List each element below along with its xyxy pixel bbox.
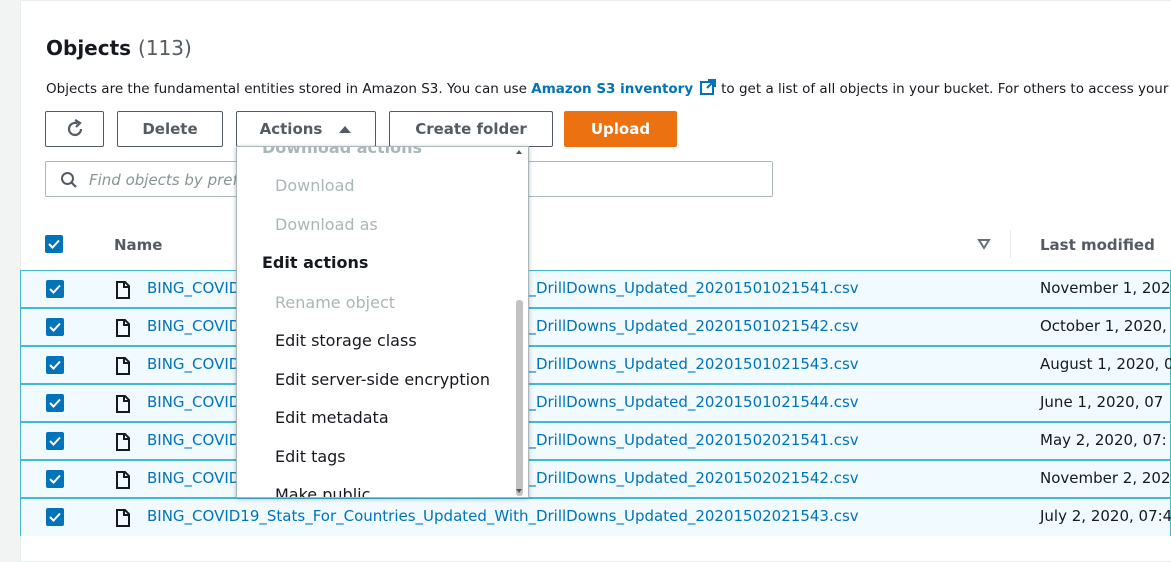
refresh-icon [67,119,82,137]
scroll-down-arrow-icon[interactable] [516,489,522,493]
search-icon [61,172,77,188]
menu-item-download-as[interactable]: Download as [275,215,378,234]
table-row[interactable]: BING_COVID19_Stats_For_Countries_Updated… [20,384,1171,422]
menu-scrollbar-thumb[interactable] [516,300,523,496]
last-modified-cell: November 2, 202 [1040,469,1171,487]
sort-down-icon[interactable] [977,238,991,250]
check-icon [49,474,61,484]
download-actions-header: Download actions [262,146,423,157]
menu-item-edit-tags[interactable]: Edit tags [275,447,346,466]
objects-title: Objects [46,36,132,60]
check-icon [49,512,61,522]
table-row[interactable]: BING_COVID19_Stats_For_Countries_Updated… [20,346,1171,384]
caret-up-icon [339,126,352,133]
check-icon [49,322,61,332]
check-icon [49,284,61,294]
check-icon [48,239,60,249]
check-icon [49,436,61,446]
file-icon [116,319,130,337]
table-row[interactable]: BING_COVID19_Stats_For_Countries_Updated… [20,422,1171,460]
menu-item-edit-metadata[interactable]: Edit metadata [275,408,389,427]
menu-item-rename-object[interactable]: Rename object [275,293,395,312]
row-checkbox[interactable] [46,394,64,412]
actions-button[interactable]: Actions [236,111,376,147]
last-modified-cell: May 2, 2020, 07: [1040,431,1167,449]
menu-item-edit-encryption[interactable]: Edit server-side encryption [275,370,490,389]
table-row[interactable]: BING_COVID19_Stats_For_Countries_Updated… [20,308,1171,346]
file-icon [116,433,130,451]
description-text-end: to get a list of all objects in your buc… [721,81,1171,97]
objects-count: (113) [138,36,192,60]
description-text-start: Objects are the fundamental entities sto… [46,81,527,97]
refresh-button[interactable] [45,111,104,147]
row-checkbox[interactable] [46,432,64,450]
search-placeholder: Find objects by pref [89,171,238,189]
actions-label: Actions [259,120,323,138]
row-checkbox[interactable] [46,318,64,336]
file-icon [116,395,130,413]
last-modified-cell: November 1, 2020 [1040,279,1171,297]
inventory-link[interactable]: Amazon S3 inventory [531,81,693,97]
create-folder-button[interactable]: Create folder [389,111,553,147]
column-divider [1010,230,1011,258]
menu-item-edit-storage-class[interactable]: Edit storage class [275,331,417,350]
row-checkbox[interactable] [46,280,64,298]
page-title: Objects (113) [46,36,192,60]
scroll-up-arrow-icon[interactable] [516,150,522,154]
menu-item-download[interactable]: Download [275,176,355,195]
last-modified-cell: July 2, 2020, 07:4 [1040,507,1171,525]
row-checkbox[interactable] [46,470,64,488]
row-checkbox[interactable] [46,508,64,526]
table-row[interactable]: BING_COVID19_Stats_For_Countries_Updated… [20,270,1171,308]
table-row[interactable]: BING_COVID19_Stats_For_Countries_Updated… [20,460,1171,498]
table-row[interactable]: BING_COVID19_Stats_For_Countries_Updated… [20,498,1171,536]
file-icon [116,357,130,375]
check-icon [49,398,61,408]
last-modified-cell: October 1, 2020, [1040,317,1167,335]
object-name-link[interactable]: BING_COVID19_Stats_For_Countries_Updated… [147,507,859,525]
file-icon [116,281,130,299]
file-icon [116,471,130,489]
last-modified-column-header[interactable]: Last modified [1040,236,1155,254]
check-icon [49,360,61,370]
last-modified-cell: August 1, 2020, 0 [1040,355,1171,373]
objects-description: Objects are the fundamental entities sto… [46,78,1171,100]
row-checkbox[interactable] [46,356,64,374]
upload-button[interactable]: Upload [564,111,677,147]
delete-button[interactable]: Delete [117,111,223,147]
name-column-header[interactable]: Name [114,236,162,254]
last-modified-cell: June 1, 2020, 07 [1040,393,1164,411]
file-icon [116,509,130,527]
external-link-icon[interactable] [699,78,717,100]
edit-actions-header: Edit actions [262,253,369,272]
select-all-checkbox[interactable] [45,235,63,253]
actions-dropdown-menu: Download actions Download Download as Ed… [236,146,529,498]
menu-item-make-public[interactable]: Make public [275,485,370,497]
